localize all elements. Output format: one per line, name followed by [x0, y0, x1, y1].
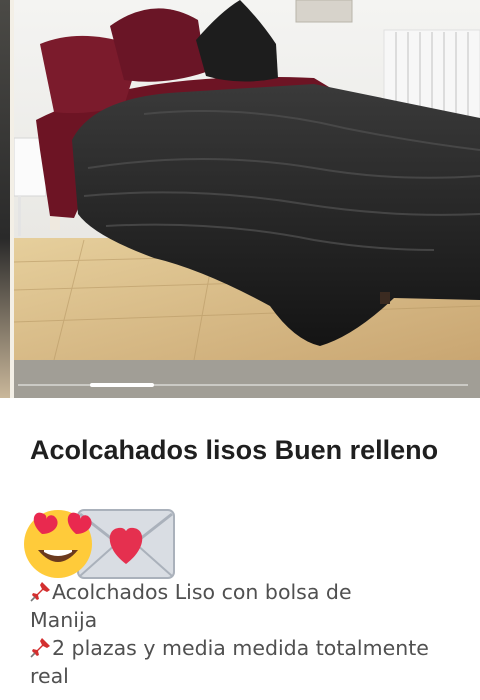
- product-photo[interactable]: [14, 0, 480, 398]
- love-letter-emoji-icon: [77, 509, 175, 579]
- description-text-1: Acolchados Liso con bolsa de: [52, 580, 352, 604]
- listing-title: Acolcahados lisos Buen relleno: [30, 435, 439, 465]
- emoji-row: [20, 504, 190, 580]
- comforter-photo-image: [14, 0, 480, 398]
- heart-eyes-emoji-icon: [24, 510, 92, 578]
- description-line-3: 2 plazas y media medida totalmente: [30, 634, 470, 662]
- pushpin-icon: [30, 582, 50, 602]
- description-text-3: 2 plazas y media medida totalmente: [52, 636, 429, 660]
- image-carousel[interactable]: [0, 0, 480, 398]
- carousel-scroll-indicator[interactable]: [90, 383, 154, 387]
- description-text-4: real: [30, 664, 69, 688]
- listing-page: Acolcahados lisos Buen relleno Acolchado…: [0, 0, 480, 700]
- carousel-scroll-track: [18, 384, 468, 386]
- listing-description: Acolchados Liso con bolsa de Manija 2 pl…: [30, 578, 470, 690]
- description-line-1: Acolchados Liso con bolsa de: [30, 578, 470, 606]
- previous-slide-peek[interactable]: [0, 0, 10, 398]
- description-text-2: Manija: [30, 608, 98, 632]
- pushpin-icon: [30, 638, 50, 658]
